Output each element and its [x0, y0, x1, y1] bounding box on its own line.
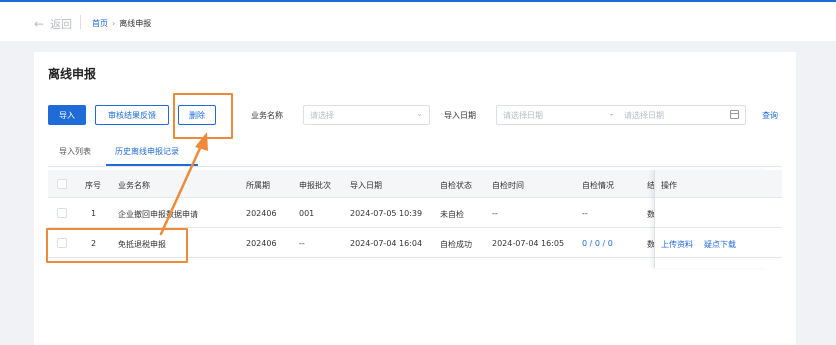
arrow-shaft	[159, 144, 203, 236]
annotation-arrow	[159, 132, 208, 236]
arrow-head	[195, 132, 208, 151]
